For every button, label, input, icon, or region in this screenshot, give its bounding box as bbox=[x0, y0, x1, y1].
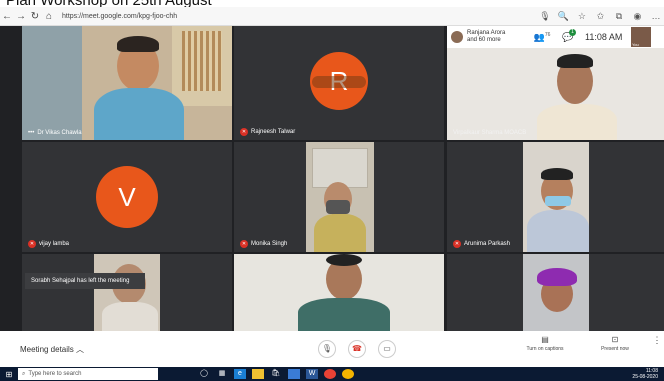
chat-icon[interactable]: 💬 1 bbox=[555, 28, 581, 43]
edge-icon[interactable]: e bbox=[234, 369, 246, 379]
arrow-right-icon[interactable]: → bbox=[14, 11, 28, 22]
participant-name: ✕ Rajneesh Talwar bbox=[240, 128, 296, 136]
more-options-icon[interactable]: ⋮ bbox=[650, 335, 664, 352]
profile-icon[interactable]: ◉ bbox=[629, 11, 645, 22]
reload-icon[interactable]: ↻ bbox=[28, 11, 42, 22]
camera-button[interactable]: ▭ bbox=[378, 340, 396, 358]
star-icon[interactable]: ☆ bbox=[574, 11, 590, 22]
self-view[interactable]: You bbox=[631, 27, 651, 47]
home-icon[interactable]: ⌂ bbox=[42, 11, 56, 22]
participant-tile[interactable] bbox=[22, 254, 232, 331]
windows-start-icon[interactable]: ⊞ bbox=[0, 370, 18, 379]
collections-icon[interactable]: ⧉ bbox=[611, 11, 627, 22]
arrow-left-icon[interactable]: ← bbox=[0, 11, 14, 22]
system-tray[interactable]: 11:08 25-08-2020 bbox=[632, 368, 658, 380]
browser-toolbar: ← → ↻ ⌂ https://meet.google.com/kpg-fjoo… bbox=[0, 7, 664, 26]
captions-button[interactable]: ▤ Turn on captions bbox=[510, 335, 580, 352]
windows-taskbar: ⊞ ⌕ Type here to search ◯ ▦ e 🛍 W 11:08 … bbox=[0, 367, 664, 381]
mail-icon[interactable] bbox=[288, 369, 300, 379]
widgets-icon[interactable]: ▦ bbox=[216, 369, 228, 379]
participant-tile[interactable]: ✕ Monika Singh bbox=[234, 142, 444, 252]
present-icon: ⊡ bbox=[611, 335, 619, 344]
participant-name: ••• Dr Vikas Chawla bbox=[28, 130, 82, 136]
chevron-up-icon: ︿ bbox=[76, 344, 85, 354]
more-icon[interactable]: … bbox=[648, 11, 664, 21]
word-icon[interactable]: W bbox=[306, 369, 318, 379]
meet-stage: ••• Dr Vikas Chawla R ✕ Rajneesh Talwar … bbox=[0, 26, 664, 331]
app-icon[interactable] bbox=[342, 369, 354, 379]
participant-avatar bbox=[451, 31, 463, 43]
more-icon[interactable]: ••• bbox=[28, 130, 34, 136]
participant-avatar: V bbox=[96, 166, 158, 228]
search-icon: ⌕ bbox=[22, 370, 26, 377]
favorites-icon[interactable]: ✩ bbox=[592, 11, 608, 22]
taskbar-apps: ◯ ▦ e 🛍 W bbox=[198, 369, 354, 379]
bottom-right-actions: ▤ Turn on captions ⊡ Present now ⋮ bbox=[510, 335, 664, 352]
address-bar[interactable]: https://meet.google.com/kpg-fjoo-chh bbox=[62, 13, 537, 20]
notification-toast: Sorabh Sehajpal has left the meeting bbox=[25, 273, 145, 289]
participant-tile[interactable]: ✕ Arunima Parkash bbox=[447, 142, 664, 252]
mic-off-icon: ✕ bbox=[453, 240, 461, 248]
meeting-time: 11:08 AM bbox=[585, 32, 623, 42]
task-view-icon[interactable]: ◯ bbox=[198, 369, 210, 379]
participant-tile[interactable] bbox=[234, 254, 444, 331]
mic-off-icon: ✕ bbox=[28, 240, 36, 248]
browser-tools: 🎙 🔍 ☆ ✩ ⧉ ◉ … bbox=[537, 11, 664, 22]
taskbar-search[interactable]: ⌕ Type here to search bbox=[18, 368, 158, 380]
camera-icon: ▭ bbox=[383, 344, 391, 353]
captions-icon: ▤ bbox=[541, 335, 549, 344]
meeting-controls: Meeting details ︿ 🎙 ☎ ▭ ▤ Turn on captio… bbox=[0, 331, 664, 367]
participant-name: ✕ Arunima Parkash bbox=[453, 240, 511, 248]
leave-call-button[interactable]: ☎ bbox=[348, 340, 366, 358]
store-icon[interactable]: 🛍 bbox=[270, 369, 282, 379]
mic-off-icon: ✕ bbox=[240, 128, 248, 136]
zoom-icon[interactable]: 🔍 bbox=[555, 11, 571, 22]
meeting-top-bar: Ranjana Arora and 60 more 👥76 💬 1 11:08 A… bbox=[447, 26, 664, 48]
participant-tile[interactable] bbox=[447, 254, 664, 331]
mic-indicator-icon[interactable]: 🎙 bbox=[537, 11, 553, 22]
participant-tile[interactable]: V ✕ vijay lamba bbox=[22, 142, 232, 252]
people-icon[interactable]: 👥76 bbox=[529, 32, 555, 43]
participant-tile[interactable]: ••• Dr Vikas Chawla bbox=[22, 26, 232, 140]
meeting-details-button[interactable]: Meeting details ︿ bbox=[20, 344, 260, 355]
mic-icon: 🎙 bbox=[321, 344, 333, 353]
chrome-icon[interactable] bbox=[324, 369, 336, 379]
participants-preview[interactable]: Ranjana Arora and 60 more bbox=[467, 30, 529, 44]
file-explorer-icon[interactable] bbox=[252, 369, 264, 379]
participant-tile[interactable]: Virpalkaur Sharma MOACB bbox=[447, 48, 664, 140]
present-button[interactable]: ⊡ Present now bbox=[580, 335, 650, 352]
participant-name: ✕ Monika Singh bbox=[240, 240, 288, 248]
participant-name: Virpalkaur Sharma MOACB bbox=[453, 130, 527, 136]
participant-name: ✕ vijay lamba bbox=[28, 240, 70, 248]
hang-up-icon: ☎ bbox=[352, 344, 362, 353]
mic-button[interactable]: 🎙 bbox=[318, 340, 336, 358]
participant-tile[interactable]: R ✕ Rajneesh Talwar bbox=[234, 26, 444, 140]
mic-off-icon: ✕ bbox=[240, 240, 248, 248]
audio-level-indicator bbox=[312, 76, 366, 88]
